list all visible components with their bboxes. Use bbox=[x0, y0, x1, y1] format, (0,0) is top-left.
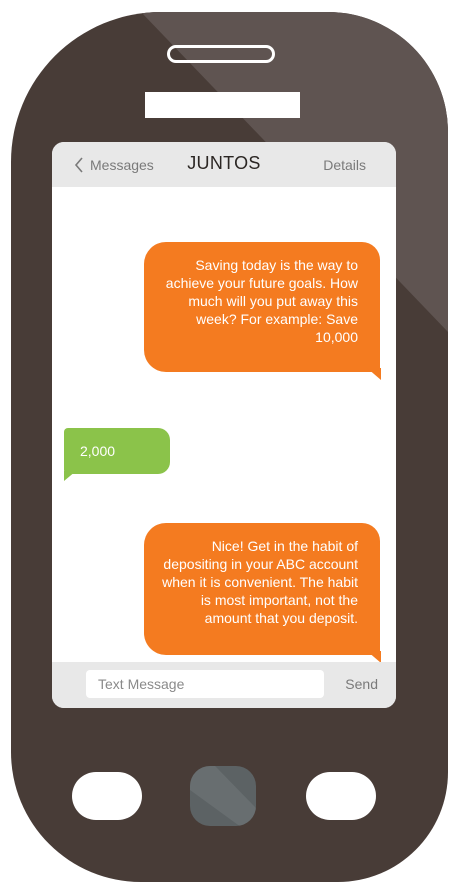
speaker-grille bbox=[167, 45, 275, 63]
home-button[interactable] bbox=[190, 766, 256, 826]
outgoing-message: Saving today is the way to achieve your … bbox=[144, 242, 380, 372]
conversation-header: Messages JUNTOS Details bbox=[52, 142, 396, 187]
message-composer: Send bbox=[52, 662, 396, 708]
camera-bar bbox=[145, 92, 300, 118]
right-hardware-button[interactable] bbox=[306, 772, 376, 820]
text-message-input[interactable] bbox=[86, 670, 324, 698]
outgoing-message: Nice! Get in the habit of depositing in … bbox=[144, 523, 380, 655]
phone-screen: Messages JUNTOS Details Saving today is … bbox=[52, 142, 396, 708]
incoming-message: 2,000 bbox=[64, 428, 170, 474]
send-button[interactable]: Send bbox=[345, 676, 378, 692]
home-button-shade bbox=[190, 766, 256, 826]
left-hardware-button[interactable] bbox=[72, 772, 142, 820]
details-button[interactable]: Details bbox=[323, 157, 366, 173]
